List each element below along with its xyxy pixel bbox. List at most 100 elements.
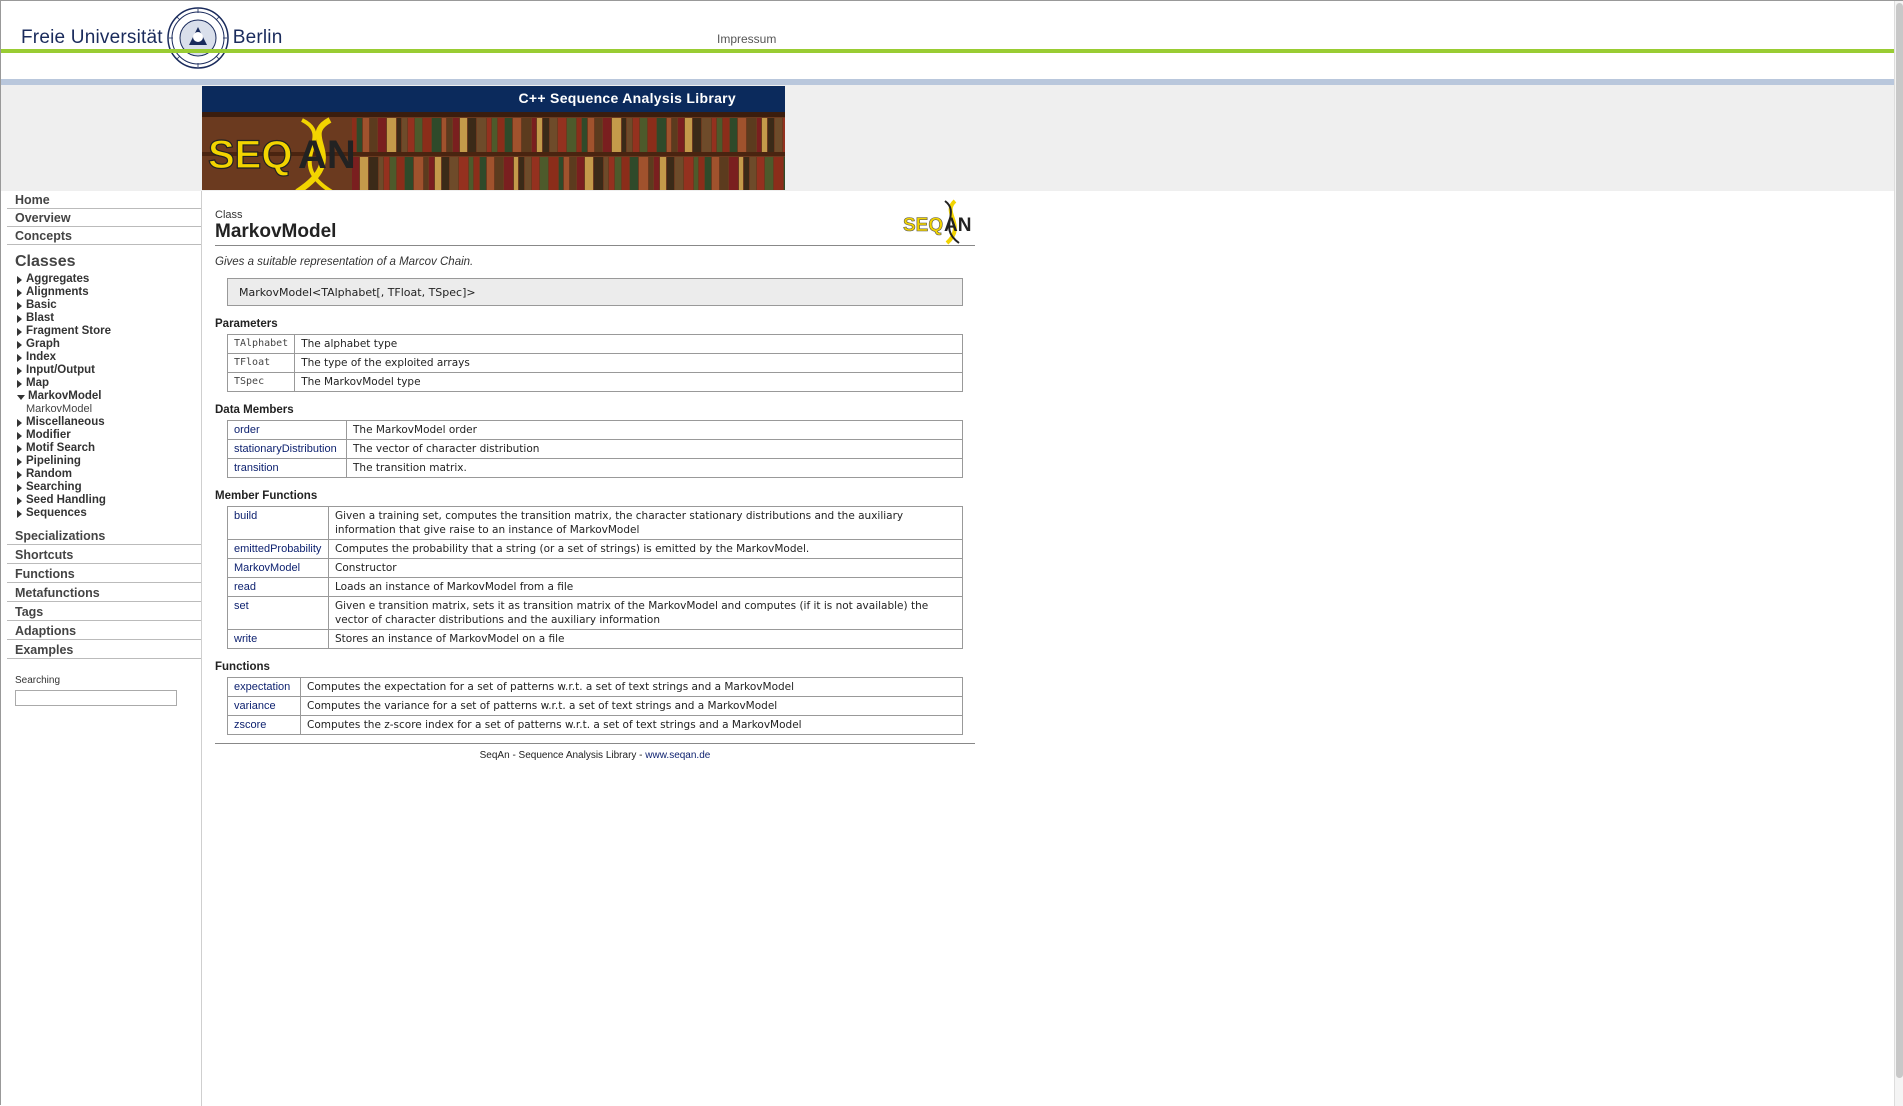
collapsed-triangle-icon <box>17 379 22 388</box>
entry-name-cell[interactable]: emittedProbability <box>227 539 329 559</box>
class-group-item[interactable]: Searching <box>17 481 201 494</box>
table-row: read Loads an instance of MarkovModel fro… <box>227 577 963 597</box>
class-group-item[interactable]: Aggregates <box>17 273 201 286</box>
svg-text:SEQ: SEQ <box>903 215 943 236</box>
class-group-item[interactable]: Random <box>17 468 201 481</box>
university-logo[interactable]: Freie Universität Berlin <box>21 6 283 70</box>
sidebar-section-links: Specializations Shortcuts Functions Metafun… <box>1 526 201 659</box>
class-group-item[interactable]: Blast <box>17 312 201 325</box>
entry-name-cell[interactable]: write <box>227 629 329 649</box>
class-group-item[interactable]: Index <box>17 351 201 364</box>
entry-link[interactable]: build <box>234 510 257 522</box>
entry-name-cell[interactable]: variance <box>227 696 301 716</box>
class-group-label: Sequences <box>26 507 87 519</box>
table-row: zscore Computes the z-score index for a s… <box>227 715 963 735</box>
class-group-item[interactable]: Modifier <box>17 429 201 442</box>
entry-description: Given e transition matrix, sets it as tr… <box>328 596 963 630</box>
sidebar-link-overview[interactable]: Overview <box>7 209 201 227</box>
university-name-left: Freie Universität <box>21 27 163 48</box>
entry-link[interactable]: read <box>234 581 256 593</box>
collapsed-triangle-icon <box>17 301 22 310</box>
entry-name-cell[interactable]: MarkovModel <box>227 558 329 578</box>
title-divider <box>215 245 975 246</box>
class-group-item[interactable]: Miscellaneous <box>17 416 201 429</box>
class-group-item[interactable]: MarkovModel <box>17 390 201 403</box>
table-row: TAlphabet The alphabet type <box>226 334 963 354</box>
class-group-item[interactable]: Fragment Store <box>17 325 201 338</box>
entry-name-cell[interactable]: zscore <box>227 715 301 735</box>
class-subitem[interactable]: MarkovModel <box>26 403 201 416</box>
entry-link[interactable]: order <box>234 424 260 436</box>
entry-link[interactable]: expectation <box>234 681 290 693</box>
class-group-item[interactable]: Alignments <box>17 286 201 299</box>
sidebar: Home Overview Concepts Classes Aggregates A… <box>1 191 202 1106</box>
table-row: build Given a training set, computes the … <box>227 506 963 540</box>
impressum-link[interactable]: Impressum <box>717 32 776 46</box>
class-group-label: Fragment Store <box>26 325 111 337</box>
class-group-item[interactable]: Pipelining <box>17 455 201 468</box>
class-group-item[interactable]: Motif Search <box>17 442 201 455</box>
search-input[interactable] <box>15 690 177 706</box>
sidebar-link-home[interactable]: Home <box>7 191 201 209</box>
university-seal-icon <box>166 7 229 69</box>
sidebar-link-tags[interactable]: Tags <box>7 602 201 621</box>
seqan-banner[interactable]: SEQ AN C++ Sequence Analysis Library <box>202 86 785 190</box>
sidebar-link-concepts[interactable]: Concepts <box>7 227 201 245</box>
class-group-label: Index <box>26 351 57 363</box>
class-group-label: Random <box>26 468 72 480</box>
table-row: TFloat The type of the exploited arrays <box>226 353 963 373</box>
class-group-item[interactable]: Basic <box>17 299 201 312</box>
functions-table: expectation Computes the expectation for … <box>227 677 963 735</box>
entry-name-cell[interactable]: transition <box>227 458 347 478</box>
entry-name-cell[interactable]: build <box>227 506 329 540</box>
class-group-item[interactable]: Graph <box>17 338 201 351</box>
class-group-label: Pipelining <box>26 455 81 467</box>
entry-link[interactable]: transition <box>234 462 279 474</box>
site-header: Freie Universität Berlin Impressum <box>1 1 1894 69</box>
table-row: order The MarkovModel order <box>227 420 963 440</box>
entry-link[interactable]: write <box>234 633 257 645</box>
entry-name-cell[interactable]: stationaryDistribution <box>227 439 347 459</box>
class-group-item[interactable]: Input/Output <box>17 364 201 377</box>
table-row: expectation Computes the expectation for … <box>227 677 963 697</box>
entry-name-cell[interactable]: order <box>227 420 347 440</box>
collapsed-triangle-icon <box>17 509 22 518</box>
entry-link[interactable]: set <box>234 600 249 612</box>
collapsed-triangle-icon <box>17 457 22 466</box>
sidebar-link-metafunctions[interactable]: Metafunctions <box>7 583 201 602</box>
entry-description: Stores an instance of MarkovModel on a f… <box>328 629 963 649</box>
summary-text: Gives a suitable representation of a Mar… <box>215 256 474 268</box>
class-group-item[interactable]: Sequences <box>17 507 201 520</box>
entry-link[interactable]: zscore <box>234 719 266 731</box>
sidebar-link-specializations[interactable]: Specializations <box>7 526 201 545</box>
entry-name-cell[interactable]: expectation <box>227 677 301 697</box>
footer-link[interactable]: www.seqan.de <box>645 750 710 761</box>
entry-name-cell: TAlphabet <box>226 334 296 354</box>
sidebar-link-examples[interactable]: Examples <box>7 640 201 659</box>
sidebar-link-shortcuts[interactable]: Shortcuts <box>7 545 201 564</box>
collapsed-triangle-icon <box>17 418 22 427</box>
table-row: write Stores an instance of MarkovModel o… <box>227 629 963 649</box>
class-group-label: Aggregates <box>26 273 90 285</box>
vertical-scrollbar[interactable] <box>1894 1 1903 1106</box>
banner-title: C++ Sequence Analysis Library <box>518 90 736 106</box>
member-functions-heading: Member Functions <box>215 490 318 502</box>
collapsed-triangle-icon <box>17 470 22 479</box>
sidebar-link-adaptions[interactable]: Adaptions <box>7 621 201 640</box>
class-group-label: Blast <box>26 312 55 324</box>
class-tree: Aggregates Alignments Basic Blast Fragment S… <box>1 273 201 520</box>
entry-link[interactable]: emittedProbability <box>234 543 321 555</box>
sidebar-link-functions[interactable]: Functions <box>7 564 201 583</box>
footer-text: SeqAn - Sequence Analysis Library - <box>479 750 646 761</box>
class-group-item[interactable]: Seed Handling <box>17 494 201 507</box>
entry-name-cell[interactable]: read <box>227 577 329 597</box>
class-group-item[interactable]: Map <box>17 377 201 390</box>
footer: SeqAn - Sequence Analysis Library - www.… <box>215 750 975 761</box>
entry-link[interactable]: stationaryDistribution <box>234 443 337 455</box>
entry-link[interactable]: MarkovModel <box>234 562 300 574</box>
scrollbar-thumb[interactable] <box>1896 3 1903 1078</box>
entry-link[interactable]: variance <box>234 700 276 712</box>
entry-name-cell[interactable]: set <box>227 596 329 630</box>
search-label: Searching <box>15 675 61 686</box>
class-group-label: MarkovModel <box>28 390 102 402</box>
